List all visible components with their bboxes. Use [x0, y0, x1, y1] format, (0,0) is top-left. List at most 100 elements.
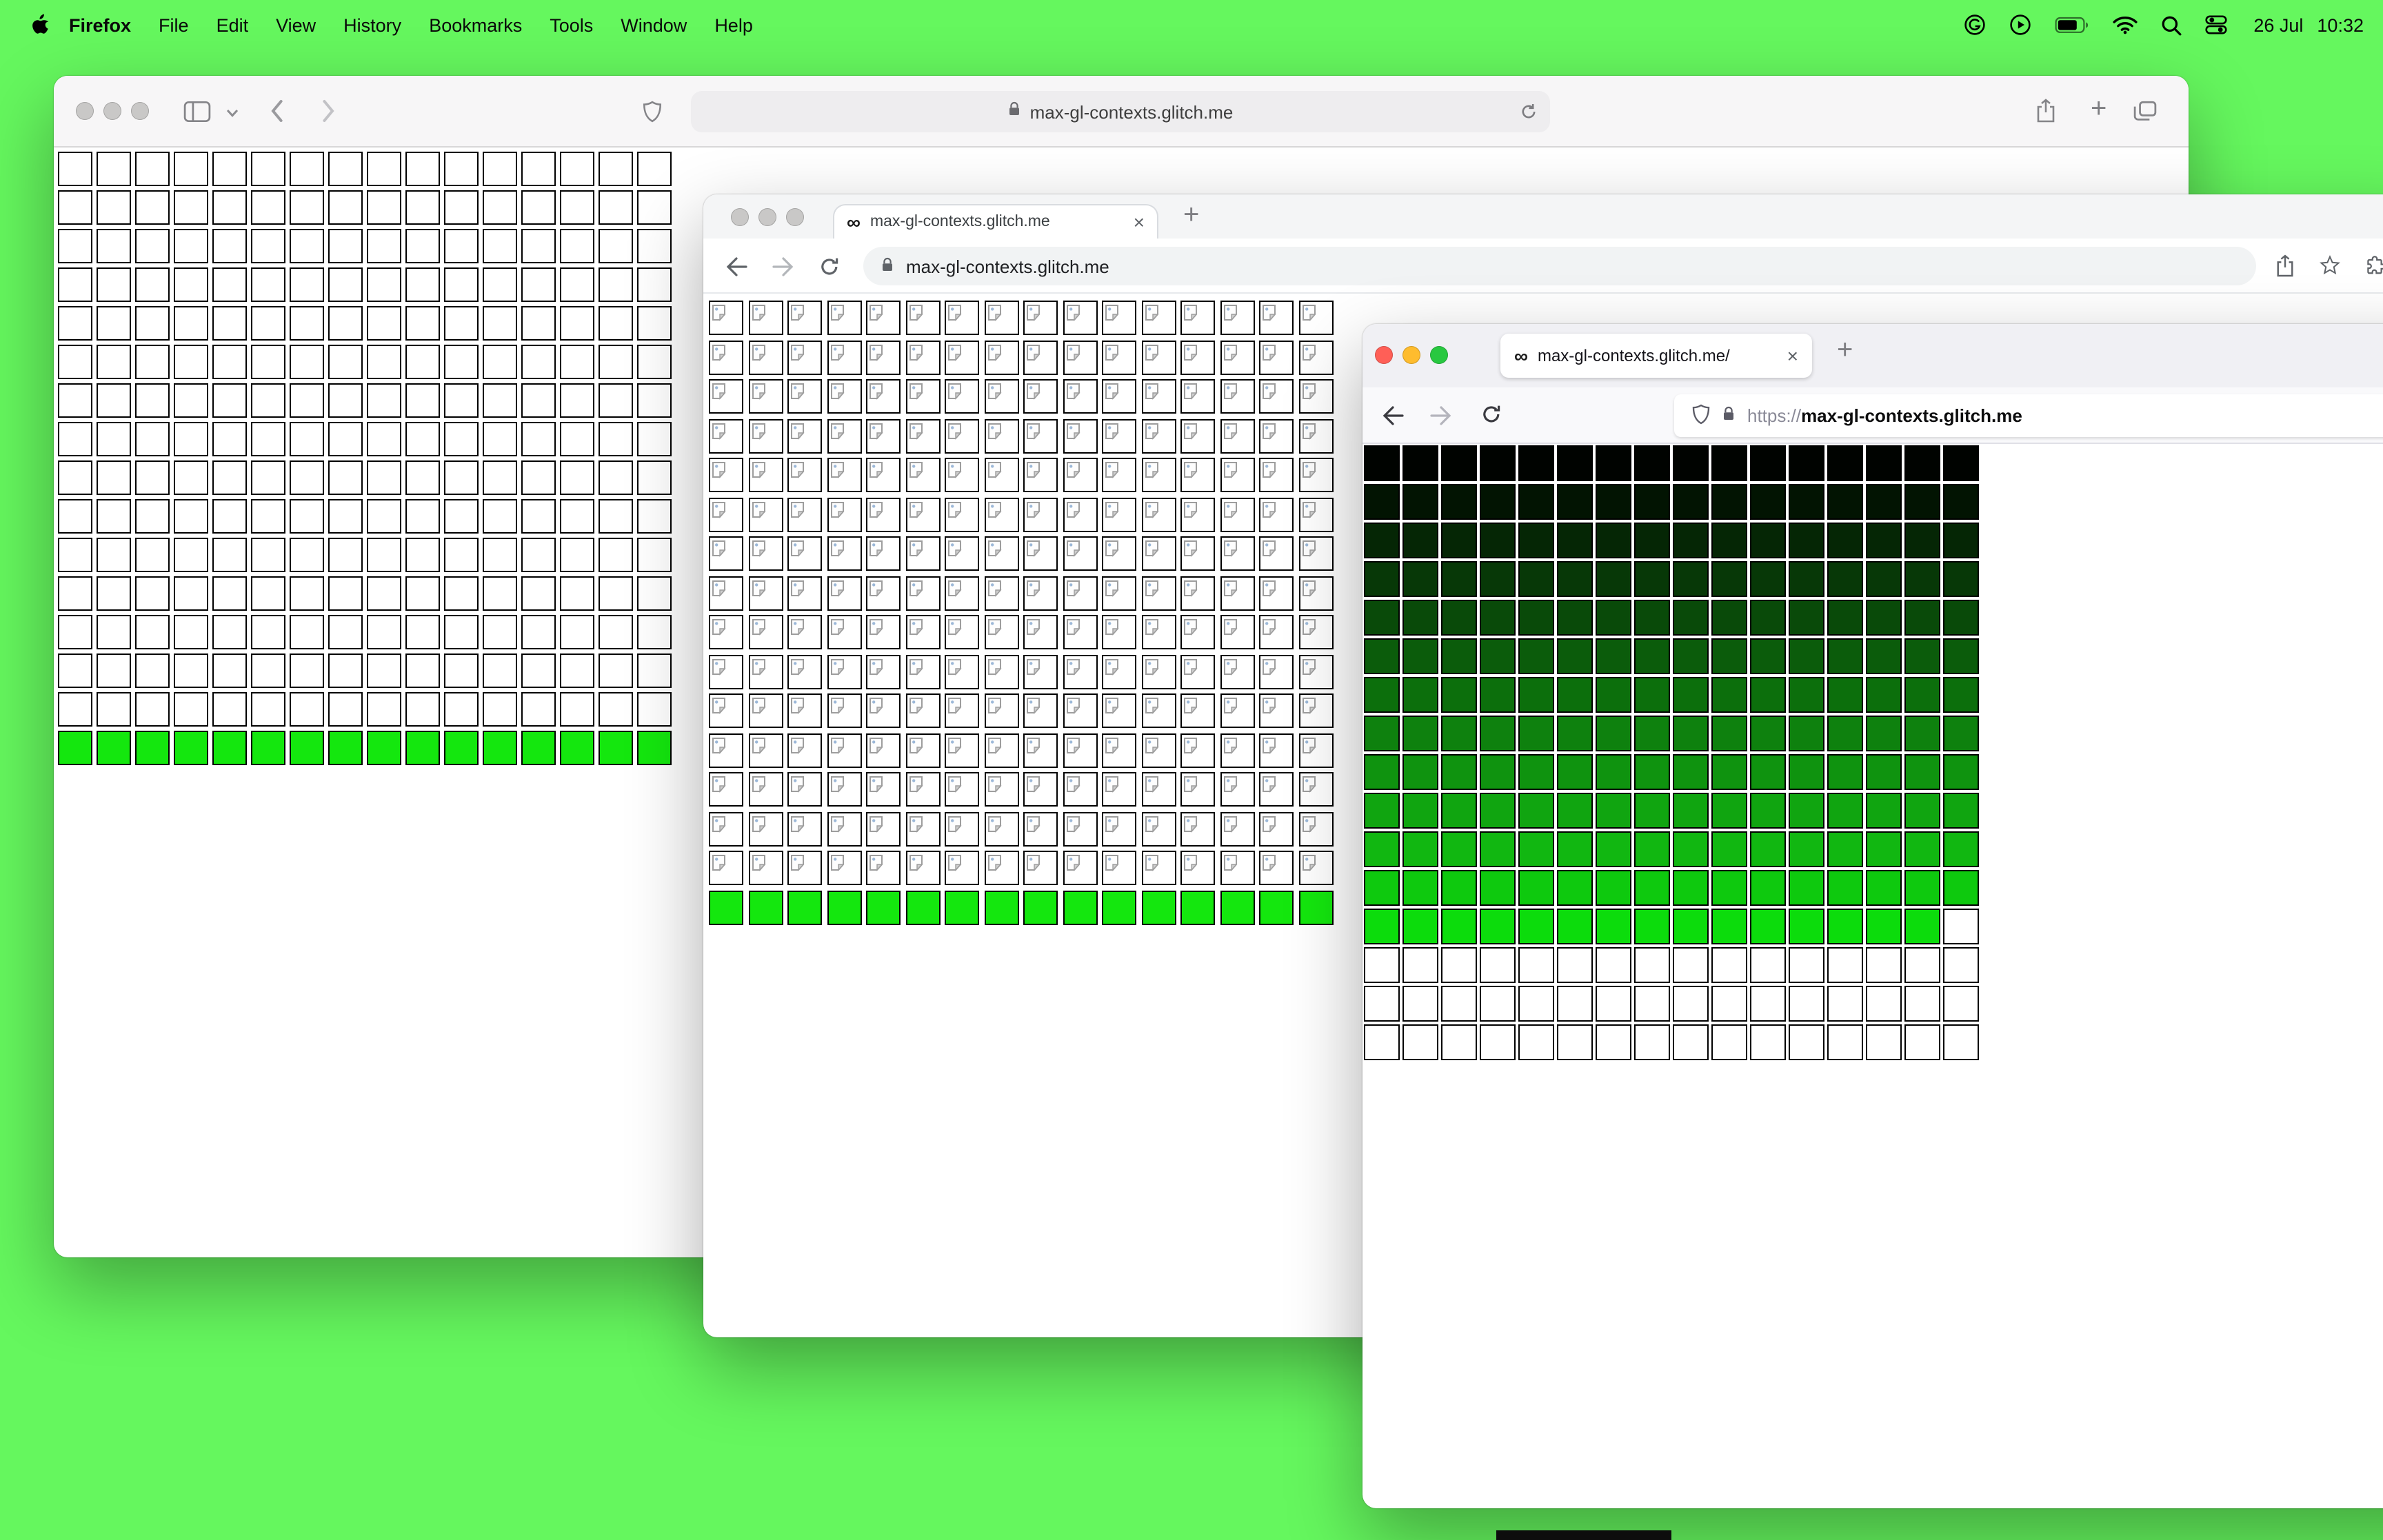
- grid-cell: [905, 301, 940, 335]
- grid-cell: [1634, 484, 1670, 520]
- grid-cell: [984, 340, 1018, 374]
- grid-cell: [1634, 947, 1670, 983]
- broken-image-icon: [712, 462, 726, 478]
- menubar-clock[interactable]: 10:32: [2317, 14, 2364, 35]
- grid-cell: [58, 538, 92, 572]
- bookmark-star-icon[interactable]: [2320, 255, 2340, 276]
- grid-cell: [1364, 523, 1400, 558]
- back-icon[interactable]: [725, 256, 747, 277]
- menu-history[interactable]: History: [330, 14, 415, 35]
- webgl-canvas-grid: [58, 152, 672, 765]
- control-center-icon[interactable]: [2205, 14, 2227, 36]
- firefox-page-content: [1363, 444, 2383, 1060]
- minimize-window-button[interactable]: [103, 102, 121, 120]
- close-window-button[interactable]: [731, 208, 749, 226]
- grid-cell: [1634, 754, 1670, 790]
- apple-menu-icon[interactable]: [30, 13, 50, 37]
- grid-cell: [1402, 523, 1438, 558]
- back-icon[interactable]: [1382, 405, 1404, 426]
- grid-cell: [58, 383, 92, 418]
- grid-cell: [328, 345, 363, 379]
- forward-icon[interactable]: [772, 256, 794, 277]
- new-tab-icon[interactable]: +: [1183, 201, 1199, 229]
- broken-image-icon: [1263, 619, 1276, 636]
- grid-cell: [444, 229, 479, 263]
- wifi-icon[interactable]: [2113, 15, 2138, 34]
- grid-cell: [1102, 379, 1136, 414]
- grid-cell: [521, 576, 556, 611]
- zoom-window-button[interactable]: [1430, 346, 1448, 364]
- back-icon[interactable]: [269, 98, 284, 124]
- grid-cell: [1023, 811, 1058, 846]
- reload-icon[interactable]: [1520, 102, 1538, 128]
- reload-icon[interactable]: [1481, 404, 1502, 425]
- menu-file[interactable]: File: [145, 14, 203, 35]
- grid-cell: [1673, 793, 1709, 829]
- grammarly-icon[interactable]: [1964, 14, 1986, 36]
- privacy-shield-icon[interactable]: [643, 101, 662, 123]
- grid-cell: [1557, 445, 1593, 481]
- grid-cell: [483, 345, 517, 379]
- close-window-button[interactable]: [76, 102, 94, 120]
- new-tab-icon[interactable]: +: [1837, 336, 1853, 364]
- grid-cell: [367, 267, 401, 302]
- broken-image-icon: [1105, 658, 1119, 675]
- reload-icon[interactable]: [819, 256, 840, 277]
- zoom-window-button[interactable]: [786, 208, 804, 226]
- active-app-menu[interactable]: Firefox: [55, 14, 145, 35]
- tab-close-icon[interactable]: ×: [1787, 346, 1798, 365]
- grid-cell: [1634, 716, 1670, 751]
- minimize-window-button[interactable]: [1402, 346, 1420, 364]
- grid-cell: [483, 538, 517, 572]
- new-tab-icon[interactable]: +: [2091, 95, 2107, 123]
- broken-image-icon: [1184, 501, 1198, 518]
- sidebar-toggle-icon[interactable]: [183, 101, 211, 123]
- tab-close-icon[interactable]: ×: [1134, 212, 1145, 232]
- broken-image-icon: [1302, 698, 1316, 714]
- grid-cell: [328, 538, 363, 572]
- broken-image-icon: [1302, 815, 1316, 832]
- menu-edit[interactable]: Edit: [203, 14, 263, 35]
- forward-icon[interactable]: [321, 98, 336, 124]
- address-bar[interactable]: https://max-gl-contexts.glitch.me: [1674, 394, 2383, 437]
- grid-cell: [1259, 890, 1294, 924]
- share-icon[interactable]: [2275, 254, 2295, 278]
- menubar-date[interactable]: 26 Jul: [2253, 14, 2303, 35]
- tab-overview-icon[interactable]: [2133, 101, 2157, 121]
- media-play-icon[interactable]: [2009, 14, 2031, 36]
- close-window-button[interactable]: [1375, 346, 1393, 364]
- menu-view[interactable]: View: [262, 14, 330, 35]
- share-icon[interactable]: [2035, 98, 2056, 124]
- grid-cell: [1441, 986, 1477, 1022]
- menu-tools[interactable]: Tools: [536, 14, 607, 35]
- glitch-favicon: ∞: [1514, 345, 1528, 367]
- broken-image-icon: [712, 737, 726, 753]
- menu-bookmarks[interactable]: Bookmarks: [415, 14, 536, 35]
- grid-cell: [1141, 536, 1176, 571]
- browser-tab[interactable]: ∞ max-gl-contexts.glitch.me ×: [833, 204, 1158, 239]
- address-bar[interactable]: max-gl-contexts.glitch.me: [691, 91, 1550, 132]
- forward-icon[interactable]: [1430, 405, 1452, 426]
- broken-image-icon: [1105, 383, 1119, 400]
- spotlight-search-icon[interactable]: [2161, 14, 2182, 35]
- minimize-window-button[interactable]: [758, 208, 776, 226]
- grid-cell: [1750, 716, 1786, 751]
- zoom-window-button[interactable]: [131, 102, 149, 120]
- grid-cell: [212, 229, 247, 263]
- grid-cell: [1480, 484, 1516, 520]
- address-bar[interactable]: max-gl-contexts.glitch.me: [863, 247, 2256, 285]
- extensions-puzzle-icon[interactable]: [2364, 255, 2383, 277]
- chevron-down-icon[interactable]: [226, 109, 239, 117]
- broken-image-icon: [1184, 344, 1198, 361]
- browser-tab[interactable]: ∞ max-gl-contexts.glitch.me/ ×: [1500, 334, 1812, 378]
- grid-cell: [599, 383, 633, 418]
- grid-cell: [444, 383, 479, 418]
- menu-help[interactable]: Help: [701, 14, 767, 35]
- grid-cell: [135, 731, 170, 765]
- grid-cell: [599, 460, 633, 495]
- battery-icon[interactable]: [2055, 16, 2089, 34]
- menu-window[interactable]: Window: [607, 14, 701, 35]
- grid-cell: [1789, 870, 1824, 906]
- grid-cell: [1827, 986, 1863, 1022]
- grid-cell: [1063, 458, 1097, 492]
